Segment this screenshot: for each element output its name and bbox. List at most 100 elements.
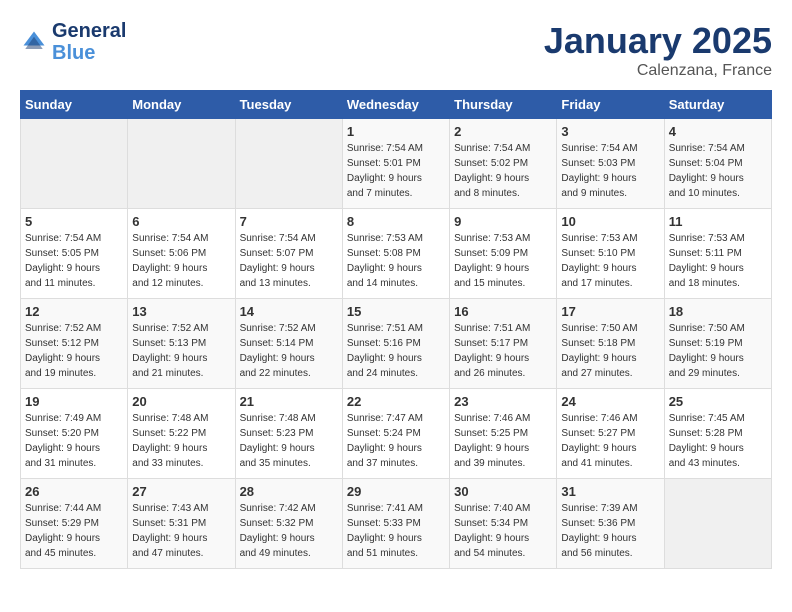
day-number: 12 xyxy=(25,304,123,319)
calendar-cell: 22Sunrise: 7:47 AM Sunset: 5:24 PM Dayli… xyxy=(342,389,449,479)
day-number: 5 xyxy=(25,214,123,229)
day-info: Sunrise: 7:40 AM Sunset: 5:34 PM Dayligh… xyxy=(454,501,552,561)
day-info: Sunrise: 7:53 AM Sunset: 5:10 PM Dayligh… xyxy=(561,231,659,291)
day-info: Sunrise: 7:54 AM Sunset: 5:05 PM Dayligh… xyxy=(25,231,123,291)
month-title: January 2025 xyxy=(544,20,772,62)
day-number: 6 xyxy=(132,214,230,229)
location-subtitle: Calenzana, France xyxy=(544,62,772,80)
title-block: January 2025 Calenzana, France xyxy=(544,20,772,80)
day-info: Sunrise: 7:54 AM Sunset: 5:07 PM Dayligh… xyxy=(240,231,338,291)
day-number: 11 xyxy=(669,214,767,229)
calendar-cell: 4Sunrise: 7:54 AM Sunset: 5:04 PM Daylig… xyxy=(664,119,771,209)
day-info: Sunrise: 7:50 AM Sunset: 5:19 PM Dayligh… xyxy=(669,321,767,381)
day-header-monday: Monday xyxy=(128,91,235,119)
logo-line1: General xyxy=(52,20,126,42)
day-header-wednesday: Wednesday xyxy=(342,91,449,119)
calendar-cell: 5 Sunrise: 7:54 AM Sunset: 5:05 PM Daylig… xyxy=(21,209,128,299)
day-info: Sunrise: 7:50 AM Sunset: 5:18 PM Dayligh… xyxy=(561,321,659,381)
day-info: Sunrise: 7:46 AM Sunset: 5:25 PM Dayligh… xyxy=(454,411,552,471)
day-info: Sunrise: 7:52 AM Sunset: 5:14 PM Dayligh… xyxy=(240,321,338,381)
day-number: 10 xyxy=(561,214,659,229)
day-number: 1 xyxy=(347,124,445,139)
day-header-sunday: Sunday xyxy=(21,91,128,119)
day-info: Sunrise: 7:48 AM Sunset: 5:22 PM Dayligh… xyxy=(132,411,230,471)
day-info: Sunrise: 7:54 AM Sunset: 5:06 PM Dayligh… xyxy=(132,231,230,291)
day-number: 30 xyxy=(454,484,552,499)
day-info: Sunrise: 7:52 AM Sunset: 5:12 PM Dayligh… xyxy=(25,321,123,381)
day-info: Sunrise: 7:46 AM Sunset: 5:27 PM Dayligh… xyxy=(561,411,659,471)
day-info: Sunrise: 7:39 AM Sunset: 5:36 PM Dayligh… xyxy=(561,501,659,561)
calendar-cell: 23Sunrise: 7:46 AM Sunset: 5:25 PM Dayli… xyxy=(450,389,557,479)
calendar-cell: 12 Sunrise: 7:52 AM Sunset: 5:12 PM Dayli… xyxy=(21,299,128,389)
calendar-cell: 15 Sunrise: 7:51 AM Sunset: 5:16 PM Dayli… xyxy=(342,299,449,389)
day-info: Sunrise: 7:45 AM Sunset: 5:28 PM Dayligh… xyxy=(669,411,767,471)
calendar-cell xyxy=(21,119,128,209)
calendar-cell xyxy=(128,119,235,209)
calendar-cell: 20 Sunrise: 7:48 AM Sunset: 5:22 PM Dayli… xyxy=(128,389,235,479)
day-info: Sunrise: 7:44 AM Sunset: 5:29 PM Dayligh… xyxy=(25,501,123,561)
day-number: 9 xyxy=(454,214,552,229)
day-info: Sunrise: 7:42 AM Sunset: 5:32 PM Dayligh… xyxy=(240,501,338,561)
day-number: 19 xyxy=(25,394,123,409)
day-number: 8 xyxy=(347,214,445,229)
calendar-cell: 24 Sunrise: 7:46 AM Sunset: 5:27 PM Dayli… xyxy=(557,389,664,479)
calendar-cell: 13Sunrise: 7:52 AM Sunset: 5:13 PM Dayli… xyxy=(128,299,235,389)
day-number: 27 xyxy=(132,484,230,499)
day-number: 3 xyxy=(561,124,659,139)
day-info: Sunrise: 7:54 AM Sunset: 5:01 PM Dayligh… xyxy=(347,141,445,201)
day-number: 14 xyxy=(240,304,338,319)
day-info: Sunrise: 7:54 AM Sunset: 5:04 PM Dayligh… xyxy=(669,141,767,201)
calendar-cell: 18 Sunrise: 7:50 AM Sunset: 5:19 PM Dayli… xyxy=(664,299,771,389)
calendar-cell: 9Sunrise: 7:53 AM Sunset: 5:09 PM Daylig… xyxy=(450,209,557,299)
day-info: Sunrise: 7:51 AM Sunset: 5:17 PM Dayligh… xyxy=(454,321,552,381)
day-info: Sunrise: 7:41 AM Sunset: 5:33 PM Dayligh… xyxy=(347,501,445,561)
day-info: Sunrise: 7:54 AM Sunset: 5:02 PM Dayligh… xyxy=(454,141,552,201)
calendar-cell: 10 Sunrise: 7:53 AM Sunset: 5:10 PM Dayli… xyxy=(557,209,664,299)
calendar-cell: 28 Sunrise: 7:42 AM Sunset: 5:32 PM Dayli… xyxy=(235,479,342,569)
day-info: Sunrise: 7:48 AM Sunset: 5:23 PM Dayligh… xyxy=(240,411,338,471)
day-info: Sunrise: 7:54 AM Sunset: 5:03 PM Dayligh… xyxy=(561,141,659,201)
day-number: 17 xyxy=(561,304,659,319)
logo: General Blue xyxy=(20,20,126,64)
calendar-cell: 26 Sunrise: 7:44 AM Sunset: 5:29 PM Dayli… xyxy=(21,479,128,569)
day-header-friday: Friday xyxy=(557,91,664,119)
calendar-cell: 19 Sunrise: 7:49 AM Sunset: 5:20 PM Dayli… xyxy=(21,389,128,479)
page-header: General Blue January 2025 Calenzana, Fra… xyxy=(20,20,772,80)
logo-line2: Blue xyxy=(52,42,126,64)
calendar-cell: 27Sunrise: 7:43 AM Sunset: 5:31 PM Dayli… xyxy=(128,479,235,569)
week-row-1: 1 Sunrise: 7:54 AM Sunset: 5:01 PM Daylig… xyxy=(21,119,772,209)
day-number: 20 xyxy=(132,394,230,409)
day-number: 15 xyxy=(347,304,445,319)
calendar-cell: 8 Sunrise: 7:53 AM Sunset: 5:08 PM Daylig… xyxy=(342,209,449,299)
day-number: 7 xyxy=(240,214,338,229)
day-number: 28 xyxy=(240,484,338,499)
day-number: 24 xyxy=(561,394,659,409)
logo-icon xyxy=(20,28,48,56)
day-number: 29 xyxy=(347,484,445,499)
day-info: Sunrise: 7:49 AM Sunset: 5:20 PM Dayligh… xyxy=(25,411,123,471)
day-header-tuesday: Tuesday xyxy=(235,91,342,119)
day-number: 13 xyxy=(132,304,230,319)
calendar-cell: 14 Sunrise: 7:52 AM Sunset: 5:14 PM Dayli… xyxy=(235,299,342,389)
day-number: 26 xyxy=(25,484,123,499)
week-row-4: 19 Sunrise: 7:49 AM Sunset: 5:20 PM Dayli… xyxy=(21,389,772,479)
calendar-cell: 3 Sunrise: 7:54 AM Sunset: 5:03 PM Daylig… xyxy=(557,119,664,209)
calendar-cell: 17 Sunrise: 7:50 AM Sunset: 5:18 PM Dayli… xyxy=(557,299,664,389)
day-number: 31 xyxy=(561,484,659,499)
day-number: 21 xyxy=(240,394,338,409)
day-number: 18 xyxy=(669,304,767,319)
day-number: 2 xyxy=(454,124,552,139)
week-row-5: 26 Sunrise: 7:44 AM Sunset: 5:29 PM Dayli… xyxy=(21,479,772,569)
calendar-cell: 30 Sunrise: 7:40 AM Sunset: 5:34 PM Dayli… xyxy=(450,479,557,569)
calendar-cell: 25Sunrise: 7:45 AM Sunset: 5:28 PM Dayli… xyxy=(664,389,771,479)
calendar-cell: 2 Sunrise: 7:54 AM Sunset: 5:02 PM Daylig… xyxy=(450,119,557,209)
calendar-cell: 1 Sunrise: 7:54 AM Sunset: 5:01 PM Daylig… xyxy=(342,119,449,209)
calendar-cell: 11Sunrise: 7:53 AM Sunset: 5:11 PM Dayli… xyxy=(664,209,771,299)
day-info: Sunrise: 7:51 AM Sunset: 5:16 PM Dayligh… xyxy=(347,321,445,381)
week-row-3: 12 Sunrise: 7:52 AM Sunset: 5:12 PM Dayli… xyxy=(21,299,772,389)
day-number: 22 xyxy=(347,394,445,409)
calendar-cell xyxy=(235,119,342,209)
day-header-saturday: Saturday xyxy=(664,91,771,119)
calendar-cell xyxy=(664,479,771,569)
day-info: Sunrise: 7:53 AM Sunset: 5:08 PM Dayligh… xyxy=(347,231,445,291)
